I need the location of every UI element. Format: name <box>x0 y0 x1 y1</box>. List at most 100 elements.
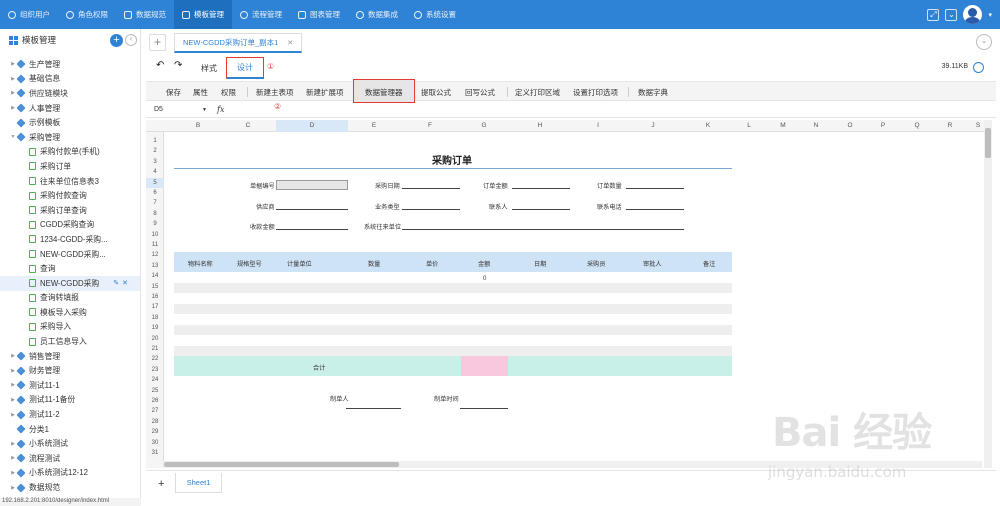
tree-item-folder[interactable]: ▶ 生产管理 <box>0 57 140 72</box>
tree-item-folder[interactable]: 示例模板 <box>0 115 140 130</box>
tree-item-template[interactable]: 员工信息导入 <box>0 334 140 349</box>
tree-item-folder[interactable]: ▶ 人事管理 <box>0 101 140 116</box>
column-header[interactable]: Q <box>907 122 927 129</box>
define-print-area-button[interactable]: 定义打印区域 <box>515 87 560 98</box>
nav-charts[interactable]: 图表管理 <box>290 0 348 29</box>
row-header[interactable]: 3 <box>146 159 164 165</box>
row-header[interactable]: 27 <box>146 408 164 414</box>
tree-item-template[interactable]: 采购付款单(手机) <box>0 145 140 160</box>
column-header[interactable]: P <box>873 122 893 129</box>
cell-ref-dropdown-icon[interactable]: ▼ <box>202 107 207 113</box>
row-header[interactable]: 17 <box>146 304 164 310</box>
permissions-button[interactable]: 权限 <box>221 87 236 98</box>
tree-item-folder[interactable]: ▶ 测试11-1备份 <box>0 393 140 408</box>
row-header[interactable]: 4 <box>146 169 164 175</box>
close-icon[interactable]: ✕ <box>287 39 293 47</box>
row-header[interactable]: 19 <box>146 325 164 331</box>
data-manager-button[interactable]: 数据管理器 <box>365 87 403 98</box>
tree-item-template[interactable]: 采购付款查询 <box>0 188 140 203</box>
new-extend-item-button[interactable]: 新建扩展项 <box>306 87 344 98</box>
row-header[interactable]: 26 <box>146 398 164 404</box>
row-header[interactable]: 25 <box>146 388 164 394</box>
row-header[interactable]: 13 <box>146 263 164 269</box>
row-header[interactable]: 2 <box>146 148 164 154</box>
column-header[interactable]: H <box>530 122 550 129</box>
column-header[interactable]: N <box>806 122 826 129</box>
nav-integration[interactable]: 数据集成 <box>348 0 406 29</box>
style-tab[interactable]: 样式 <box>201 63 217 74</box>
column-header[interactable]: D <box>302 122 322 129</box>
tree-item-template[interactable]: 查询转填报 <box>0 291 140 306</box>
tree-item-folder[interactable]: ▶ 财务管理 <box>0 363 140 378</box>
tree-item-folder[interactable]: ▶ 销售管理 <box>0 349 140 364</box>
column-header[interactable]: L <box>739 122 759 129</box>
data-dictionary-button[interactable]: 数据字典 <box>638 87 668 98</box>
column-header[interactable]: R <box>940 122 960 129</box>
row-header[interactable]: 6 <box>146 190 164 196</box>
tree-item-folder[interactable]: ▶ 基础信息 <box>0 72 140 87</box>
scroll-thumb[interactable] <box>164 462 399 467</box>
redo-icon[interactable]: ↷ <box>174 60 182 71</box>
column-header[interactable]: K <box>698 122 718 129</box>
row-header[interactable]: 18 <box>146 315 164 321</box>
doc-tab[interactable]: NEW-CGDD采购订单_副本1 ✕ <box>174 33 303 53</box>
vertical-scrollbar[interactable] <box>984 120 992 468</box>
row-header[interactable]: 5 <box>146 180 164 186</box>
collapse-icon[interactable]: ‹ <box>125 34 137 46</box>
column-header[interactable]: O <box>840 122 860 129</box>
save-button[interactable]: 保存 <box>166 87 181 98</box>
selected-cell[interactable] <box>276 180 348 190</box>
new-tab-button[interactable]: + <box>149 34 166 51</box>
cell-reference[interactable]: D5 <box>154 106 163 113</box>
tree-item-folder[interactable]: ▶ 流程测试 <box>0 451 140 466</box>
add-sheet-button[interactable]: + <box>158 478 164 490</box>
new-main-item-button[interactable]: 新建主表项 <box>256 87 294 98</box>
row-header[interactable]: 21 <box>146 346 164 352</box>
row-header[interactable]: 28 <box>146 419 164 425</box>
tree-item-template[interactable]: 往来单位信息表3 <box>0 174 140 189</box>
row-header[interactable]: 14 <box>146 273 164 279</box>
tree-item-template[interactable]: 查询 <box>0 261 140 276</box>
tab-menu-icon[interactable]: ⌄ <box>976 34 992 50</box>
row-header[interactable]: 9 <box>146 221 164 227</box>
row-header[interactable]: 20 <box>146 336 164 342</box>
expand-caret-icon[interactable]: ▶ <box>9 455 17 461</box>
extract-formula-button[interactable]: 提取公式 <box>421 87 451 98</box>
row-header[interactable]: 12 <box>146 252 164 258</box>
tree-item-template[interactable]: NEW-CGDD采购 ✎✕ <box>0 275 140 291</box>
expand-caret-icon[interactable]: ▶ <box>9 90 17 96</box>
expand-caret-icon[interactable]: ▶ <box>9 382 17 388</box>
tree-item-template[interactable]: 采购导入 <box>0 320 140 335</box>
row-header[interactable]: 22 <box>146 356 164 362</box>
sheet-tab[interactable]: Sheet1 <box>175 473 222 493</box>
menu-dropdown-icon[interactable]: ⌄ <box>945 8 958 21</box>
row-header[interactable]: 8 <box>146 211 164 217</box>
row-header[interactable]: 11 <box>146 242 164 248</box>
tree-item-folder[interactable]: ▶ 测试11-1 <box>0 378 140 393</box>
tree-item-template[interactable]: CGDD采购查询 <box>0 218 140 233</box>
scroll-thumb[interactable] <box>985 128 991 158</box>
properties-button[interactable]: 属性 <box>193 87 208 98</box>
column-header[interactable]: F <box>420 122 440 129</box>
print-options-button[interactable]: 设置打印选项 <box>573 87 618 98</box>
row-header[interactable]: 7 <box>146 200 164 206</box>
tree-item-folder[interactable]: ▶ 测试11-2 <box>0 407 140 422</box>
nav-org-users[interactable]: 组织用户 <box>0 0 58 29</box>
tree-item-folder[interactable]: ▶ 数据规范 <box>0 480 140 495</box>
edit-delete-icons[interactable]: ✎✕ <box>113 279 131 287</box>
nav-roles[interactable]: 角色权限 <box>58 0 116 29</box>
tree-item-folder[interactable]: ▶ 小系统测试12-12 <box>0 466 140 481</box>
writeback-formula-button[interactable]: 回写公式 <box>465 87 495 98</box>
sync-icon[interactable] <box>973 62 984 73</box>
row-header[interactable]: 23 <box>146 367 164 373</box>
nav-settings[interactable]: 系统设置 <box>406 0 464 29</box>
row-header[interactable]: 30 <box>146 440 164 446</box>
avatar[interactable] <box>963 5 983 24</box>
column-header[interactable]: C <box>238 122 258 129</box>
column-header[interactable]: E <box>364 122 384 129</box>
row-header[interactable]: 31 <box>146 450 164 456</box>
tree-item-folder[interactable]: ▶ 供应链模块 <box>0 86 140 101</box>
fullscreen-icon[interactable]: ⤢ <box>927 8 940 21</box>
column-header[interactable]: I <box>588 122 608 129</box>
row-header[interactable]: 15 <box>146 284 164 290</box>
